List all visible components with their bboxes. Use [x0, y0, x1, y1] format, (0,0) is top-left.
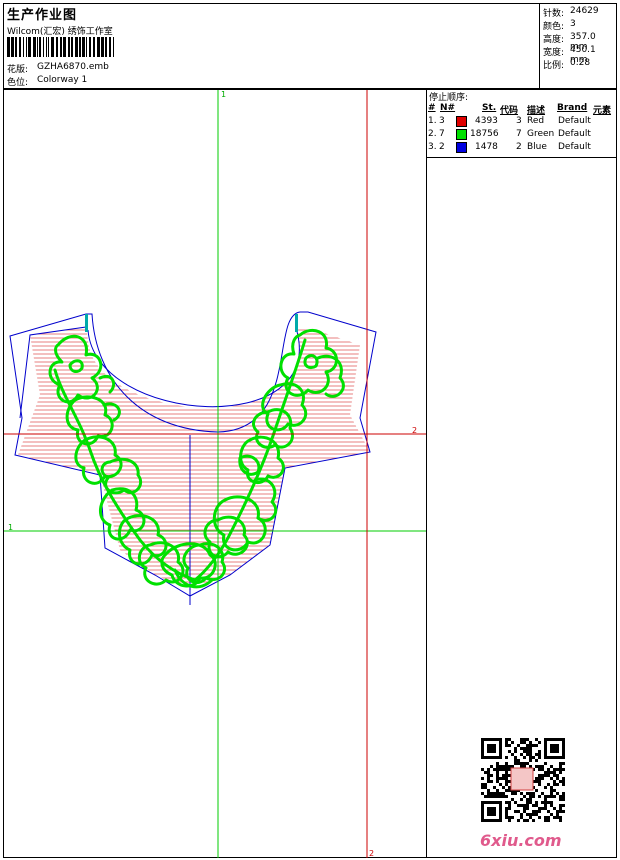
guide-label-h1: 1 — [8, 523, 13, 532]
embroidery-design: 1 1 2 2 — [4, 90, 426, 858]
green-floral-embroidery — [48, 329, 345, 589]
guide-label-v1: 1 — [221, 90, 226, 99]
qr-code — [481, 738, 565, 822]
watermark: 6xiu.com — [480, 831, 562, 850]
guide-label-v2: 2 — [369, 849, 374, 858]
guide-label-h2: 2 — [412, 426, 417, 435]
start-marker — [85, 314, 88, 332]
end-marker — [295, 314, 298, 332]
red-fill-stitches — [18, 329, 370, 590]
